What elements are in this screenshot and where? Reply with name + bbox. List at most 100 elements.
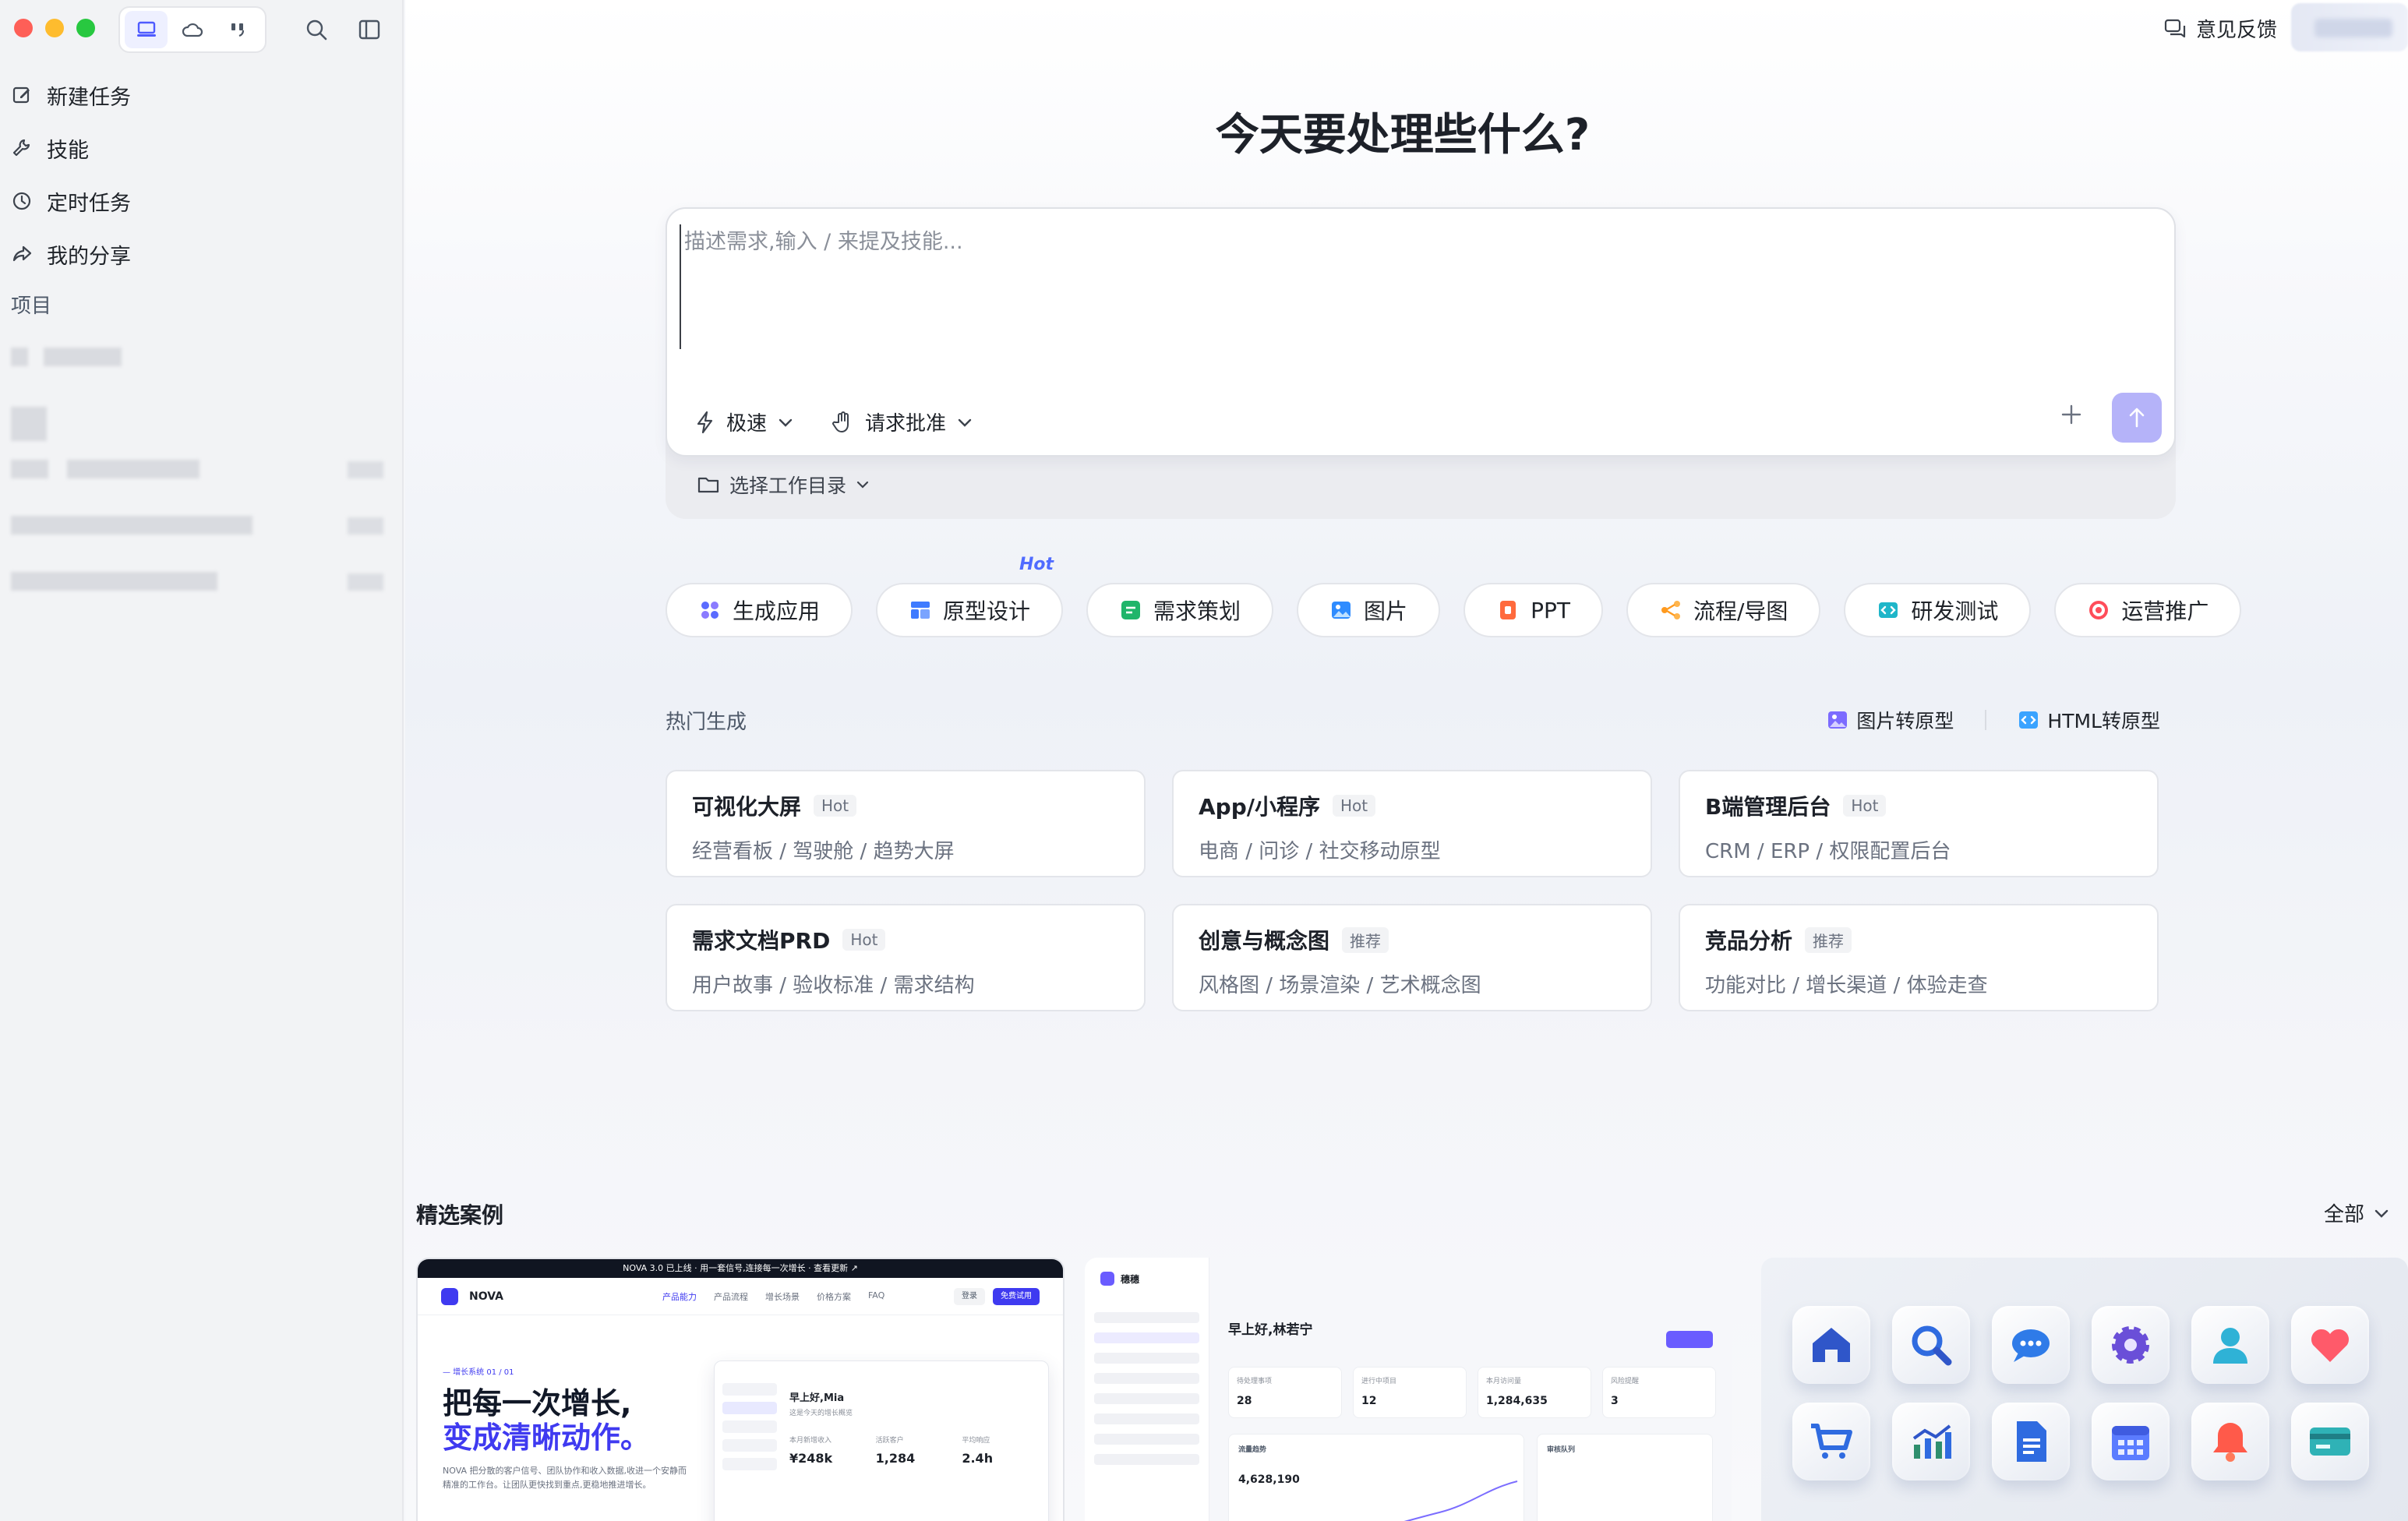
chip-label: 原型设计	[943, 598, 1031, 624]
folder-icon	[697, 477, 719, 493]
project-item[interactable]	[11, 572, 217, 591]
case-cta: 登录 免费试用	[954, 1287, 1040, 1305]
case-stat: 待处理事项 28	[1228, 1367, 1342, 1418]
cloud-mode-button[interactable]	[171, 11, 214, 48]
home-icon	[1792, 1306, 1870, 1384]
stat-value: 1,284	[875, 1451, 916, 1466]
sidebar-item-skills[interactable]: 技能	[8, 122, 394, 175]
case-kicker: — 增长系统 01 / 01	[443, 1368, 514, 1377]
hot-badge: Hot	[1019, 555, 1054, 574]
share-icon	[12, 245, 32, 262]
case-dashboard-preview: 早上好,Mia 这是今天的增长概览 本月新增收入 ¥248k 活跃客户 1,284 …	[714, 1360, 1049, 1521]
ppt-icon	[1500, 601, 1516, 619]
card-visual-dashboard[interactable]: 可视化大屏 Hot 经营看板 / 驾驶舱 / 趋势大屏	[666, 770, 1146, 877]
stat-label: 活跃客户	[875, 1437, 904, 1445]
plus-icon	[2061, 404, 2081, 425]
stat-label: 平均响应	[962, 1437, 990, 1445]
chevron-down-icon	[856, 481, 869, 489]
cart-icon	[1792, 1403, 1870, 1480]
stat-label: 本月访问量	[1486, 1378, 1522, 1385]
stat-label: 风险提醒	[1611, 1378, 1640, 1385]
divider	[1985, 710, 1987, 730]
card-title: App/小程序	[1199, 794, 1320, 820]
case-card-admin-dashboard[interactable]: 穗穗 早上好,林若宁 待处理事项 28 进行中项目 12 本月访问量 1,284,63…	[1085, 1258, 1732, 1521]
card-description: CRM / ERP / 权限配置后台	[1705, 840, 1951, 863]
account-button[interactable]	[2291, 3, 2408, 51]
card-app-miniprogram[interactable]: App/小程序 Hot 电商 / 问诊 / 社交移动原型	[1172, 770, 1652, 877]
glass-icon-grid	[1792, 1306, 2369, 1480]
case-nav-link: 产品能力	[662, 1291, 697, 1302]
local-mode-button[interactable]	[125, 11, 168, 48]
cloud-icon	[182, 23, 203, 37]
case-banner: NOVA 3.0 已上线 · 用一套信号,连接每一次增长 · 查看更新 ↗	[418, 1259, 1063, 1278]
sidebar-item-new-task[interactable]: 新建任务	[8, 69, 394, 122]
case-stats: 待处理事项 28 进行中项目 12 本月访问量 1,284,635 风险提醒 3	[1228, 1367, 1716, 1418]
chip-generate-app[interactable]: 生成应用	[666, 583, 853, 637]
attach-button[interactable]	[2050, 393, 2093, 436]
project-item[interactable]	[11, 460, 199, 478]
case-filter-select[interactable]: 全部	[2324, 1198, 2389, 1227]
sidebar-item-my-shares[interactable]: 我的分享	[8, 228, 394, 281]
case-traffic-panel: 流量趋势 4,628,190	[1228, 1434, 1524, 1521]
code-icon	[1879, 602, 1898, 618]
hot-section-title: 热门生成	[666, 711, 747, 734]
case-nav-link: 产品流程	[713, 1291, 748, 1302]
quote-mode-button[interactable]	[217, 11, 260, 48]
stat-label: 待处理事项	[1237, 1378, 1273, 1385]
search-button[interactable]	[299, 12, 334, 47]
sidebar: 新建任务 技能 定时任务 我的分享 项目	[0, 0, 404, 1521]
chip-label: 图片	[1364, 598, 1408, 624]
image-to-prototype-icon	[1828, 711, 1848, 729]
user-icon	[2191, 1306, 2269, 1384]
image-to-prototype-link[interactable]: 图片转原型	[1827, 706, 1954, 734]
hot-quick-links: 图片转原型 HTML转原型	[1827, 706, 2160, 734]
panel-label: 审核队列	[1547, 1446, 1576, 1454]
case-stat: 本月访问量 1,284,635	[1478, 1367, 1591, 1418]
case-brand: 穗穗	[1100, 1272, 1139, 1286]
card-concept-art[interactable]: 创意与概念图 推荐 风格图 / 场景渲染 / 艺术概念图	[1172, 904, 1652, 1011]
approval-select[interactable]: 请求批准	[832, 408, 973, 436]
project-item[interactable]	[11, 348, 122, 366]
project-item[interactable]	[11, 407, 47, 441]
close-window-button[interactable]	[14, 19, 33, 37]
sidebar-toggle-icon	[358, 19, 380, 40]
chip-image[interactable]: 图片	[1297, 583, 1441, 637]
card-prd[interactable]: 需求文档PRD Hot 用户故事 / 验收标准 / 需求结构	[666, 904, 1146, 1011]
toggle-sidebar-button[interactable]	[352, 12, 387, 47]
trend-line	[1403, 1480, 1518, 1521]
workdir-select[interactable]: 选择工作目录	[697, 471, 870, 499]
case-card-nova[interactable]: NOVA 3.0 已上线 · 用一套信号,连接每一次增长 · 查看更新 ↗ NO…	[416, 1258, 1065, 1521]
project-item[interactable]	[11, 516, 252, 535]
feedback-button[interactable]: 意见反馈	[2163, 12, 2277, 44]
prompt-input[interactable]	[680, 224, 2152, 349]
zoom-window-button[interactable]	[76, 19, 95, 37]
card-badge: Hot	[842, 929, 886, 951]
card-b-end-admin[interactable]: B端管理后台 Hot CRM / ERP / 权限配置后台	[1679, 770, 2159, 877]
target-icon	[2089, 601, 2109, 619]
chip-prototype-design[interactable]: Hot 原型设计	[876, 555, 1064, 637]
chip-flow-mindmap[interactable]: 流程/导图	[1626, 583, 1821, 637]
stat-value: 3	[1611, 1395, 1619, 1407]
minimize-window-button[interactable]	[45, 19, 64, 37]
quote-icon	[231, 23, 245, 37]
card-title: B端管理后台	[1705, 794, 1831, 820]
case-card-glass-icons[interactable]	[1761, 1258, 2408, 1521]
window-controls	[14, 19, 95, 37]
chip-requirement-planning[interactable]: 需求策划	[1086, 583, 1274, 637]
send-button[interactable]	[2112, 393, 2162, 443]
chevron-down-icon	[2374, 1209, 2389, 1218]
html-to-prototype-link[interactable]: HTML转原型	[2018, 706, 2160, 734]
composer-box: 极速 请求批准	[666, 207, 2176, 457]
document-icon	[1992, 1403, 2070, 1480]
wrench-icon	[12, 139, 30, 157]
chip-label: PPT	[1531, 597, 1570, 623]
case-stats: 本月新增收入 ¥248k 活跃客户 1,284 平均响应 2.4h	[789, 1435, 1037, 1466]
chip-ppt[interactable]: PPT	[1464, 583, 1603, 637]
card-competitor-analysis[interactable]: 竞品分析 推荐 功能对比 / 增长渠道 / 体验走查	[1679, 904, 2159, 1011]
speed-select[interactable]: 极速	[695, 408, 793, 436]
case-stat: 进行中项目 12	[1353, 1367, 1467, 1418]
hot-cards: 可视化大屏 Hot 经营看板 / 驾驶舱 / 趋势大屏 App/小程序 Hot 电商…	[666, 770, 2176, 1011]
chip-dev-testing[interactable]: 研发测试	[1844, 583, 2032, 637]
chip-marketing[interactable]: 运营推广	[2054, 583, 2242, 637]
sidebar-item-scheduled-tasks[interactable]: 定时任务	[8, 175, 394, 228]
